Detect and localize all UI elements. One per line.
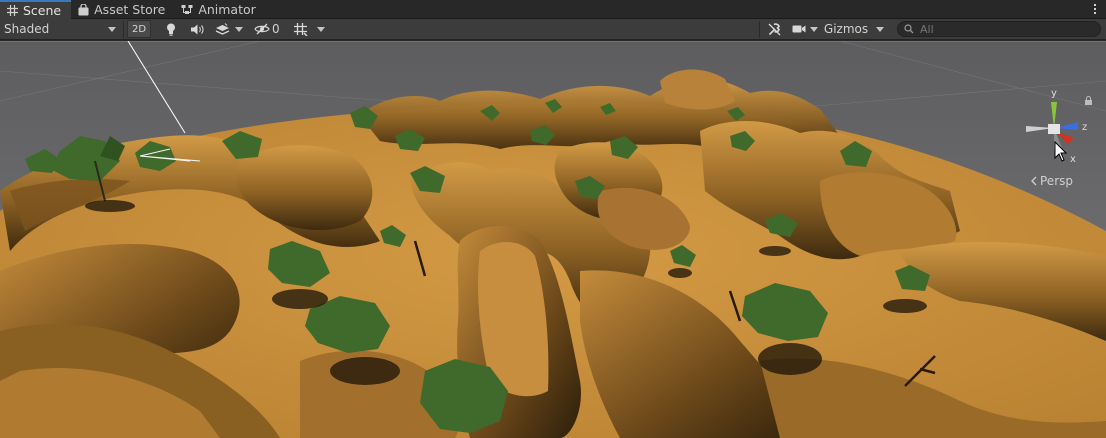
grid-icon <box>6 5 18 17</box>
toolbar-divider <box>759 21 760 38</box>
scene-visibility-toggle[interactable]: 0 <box>254 20 284 38</box>
chevron-down-icon <box>810 26 818 32</box>
grid-snap-icon <box>294 23 308 36</box>
layers-effects-icon <box>215 22 230 35</box>
gizmo-center-cube[interactable] <box>1048 124 1060 134</box>
orientation-gizmo[interactable]: y z x <box>1018 86 1098 165</box>
audio-toggle-button[interactable] <box>186 20 208 38</box>
gizmos-label: Gizmos <box>823 22 869 36</box>
tools-wrench-icon <box>768 22 780 35</box>
2d-mode-label: 2D <box>131 23 147 35</box>
chevron-down-icon <box>317 26 325 32</box>
gizmos-button[interactable]: Gizmos <box>822 20 870 38</box>
axis-x-label: x <box>1070 154 1076 162</box>
projection-label: Persp <box>1040 174 1073 188</box>
terrain-render <box>0 41 1106 438</box>
draw-mode-label: Shaded <box>4 22 50 36</box>
axis-y-label: y <box>1051 88 1057 99</box>
chevron-down-icon <box>876 26 884 32</box>
tab-asset-store[interactable]: Asset Store <box>71 0 175 19</box>
speaker-icon <box>191 24 204 34</box>
more-options-icon[interactable] <box>1090 2 1100 16</box>
tab-animator[interactable]: Animator <box>175 0 265 19</box>
tab-label: Asset Store <box>94 2 166 17</box>
2d-mode-button[interactable]: 2D <box>127 20 151 38</box>
projection-toggle[interactable]: Persp <box>1030 174 1073 188</box>
scene-toolbar: Shaded 2D 0 Gizmos <box>0 19 1106 40</box>
chevron-left-icon <box>1031 176 1037 186</box>
chevron-down-icon <box>235 26 243 32</box>
tab-scene[interactable]: Scene <box>0 0 72 19</box>
camera-icon <box>792 25 806 33</box>
gizmos-dropdown[interactable] <box>872 20 888 38</box>
tab-label: Animator <box>198 2 256 17</box>
effects-dropdown[interactable] <box>212 20 246 38</box>
tools-button[interactable] <box>763 20 785 38</box>
shopping-bag-icon <box>77 3 89 16</box>
camera-settings-dropdown[interactable] <box>789 20 821 38</box>
search-icon <box>904 24 914 34</box>
toolbar-divider <box>123 21 124 38</box>
chevron-down-icon <box>108 26 116 32</box>
search-input[interactable] <box>920 22 1100 36</box>
window-tab-bar: Scene Asset Store Animator <box>0 0 1106 19</box>
scene-viewport[interactable]: y z x Persp <box>0 41 1106 438</box>
lighting-toggle-button[interactable] <box>160 20 182 38</box>
hierarchy-search[interactable] <box>897 21 1101 37</box>
draw-mode-dropdown[interactable]: Shaded <box>0 20 120 38</box>
animator-icon <box>181 4 193 16</box>
lightbulb-icon <box>167 23 175 36</box>
grid-snapping-dropdown[interactable] <box>290 20 328 38</box>
hidden-eye-icon <box>254 23 270 35</box>
hidden-count: 0 <box>272 22 280 36</box>
tab-label: Scene <box>23 3 62 18</box>
axis-z-label: z <box>1082 122 1087 133</box>
